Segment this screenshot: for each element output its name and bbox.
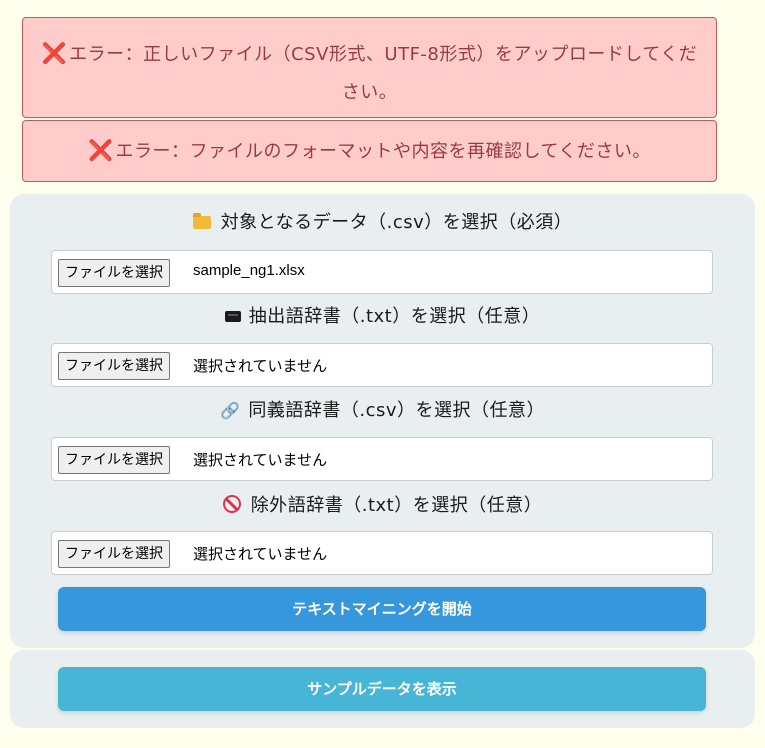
error-alert-text: エラー：ファイルのフォーマットや内容を再確認してください。 xyxy=(115,141,651,162)
error-alert-recheck: ❌ エラー：ファイルのフォーマットや内容を再確認してください。 xyxy=(22,120,717,182)
link-icon: 🔗 xyxy=(219,401,241,420)
synonym-dict-label: 🔗 同義語辞書（.csv）を選択（任意） xyxy=(219,400,546,421)
exclude-dict-file-input[interactable]: ファイルを選択 選択されていません xyxy=(51,531,713,575)
choose-synonym-dict-button[interactable]: ファイルを選択 xyxy=(58,446,170,474)
exclude-dict-file-name: 選択されていません xyxy=(193,546,328,563)
extract-dict-label: 抽出語辞書（.txt）を選択（任意） xyxy=(10,302,755,328)
data-file-label: 対象となるデータ（.csv）を選択（必須） xyxy=(10,208,755,234)
choose-extract-dict-button[interactable]: ファイルを選択 xyxy=(58,352,170,380)
prohibited-icon xyxy=(222,495,241,513)
synonym-dict-file-input[interactable]: ファイルを選択 選択されていません xyxy=(51,437,713,481)
start-text-mining-button[interactable]: テキストマイニングを開始 xyxy=(58,587,706,631)
choose-data-file-button[interactable]: ファイルを選択 xyxy=(58,259,170,287)
exclude-dict-label: 除外語辞書（.txt）を選択（任意） xyxy=(10,491,755,517)
show-sample-data-button[interactable]: サンプルデータを表示 xyxy=(58,667,706,711)
extract-dict-file-name: 選択されていません xyxy=(193,358,328,375)
data-file-name: sample_ng1.xlsx xyxy=(193,262,305,279)
sample-data-panel: サンプルデータを表示 xyxy=(10,650,755,728)
choose-exclude-dict-button[interactable]: ファイルを選択 xyxy=(58,540,170,568)
extract-dict-file-input[interactable]: ファイルを選択 選択されていません xyxy=(51,343,713,387)
folder-icon xyxy=(192,213,211,229)
data-file-input[interactable]: ファイルを選択 sample_ng1.xlsx xyxy=(51,250,713,294)
error-alert-file-format: ❌ エラー：正しいファイル（CSV形式、UTF-8形式）をアップロードしてください… xyxy=(22,17,717,118)
error-alert-text: エラー：正しいファイル（CSV形式、UTF-8形式）をアップロードしてください。 xyxy=(69,44,698,103)
cross-mark-icon: ❌ xyxy=(41,41,68,65)
book-icon xyxy=(224,311,241,322)
upload-form-panel: 対象となるデータ（.csv）を選択（必須） ファイルを選択 sample_ng1… xyxy=(10,194,755,648)
cross-mark-icon: ❌ xyxy=(88,138,114,162)
synonym-dict-file-name: 選択されていません xyxy=(193,452,328,469)
